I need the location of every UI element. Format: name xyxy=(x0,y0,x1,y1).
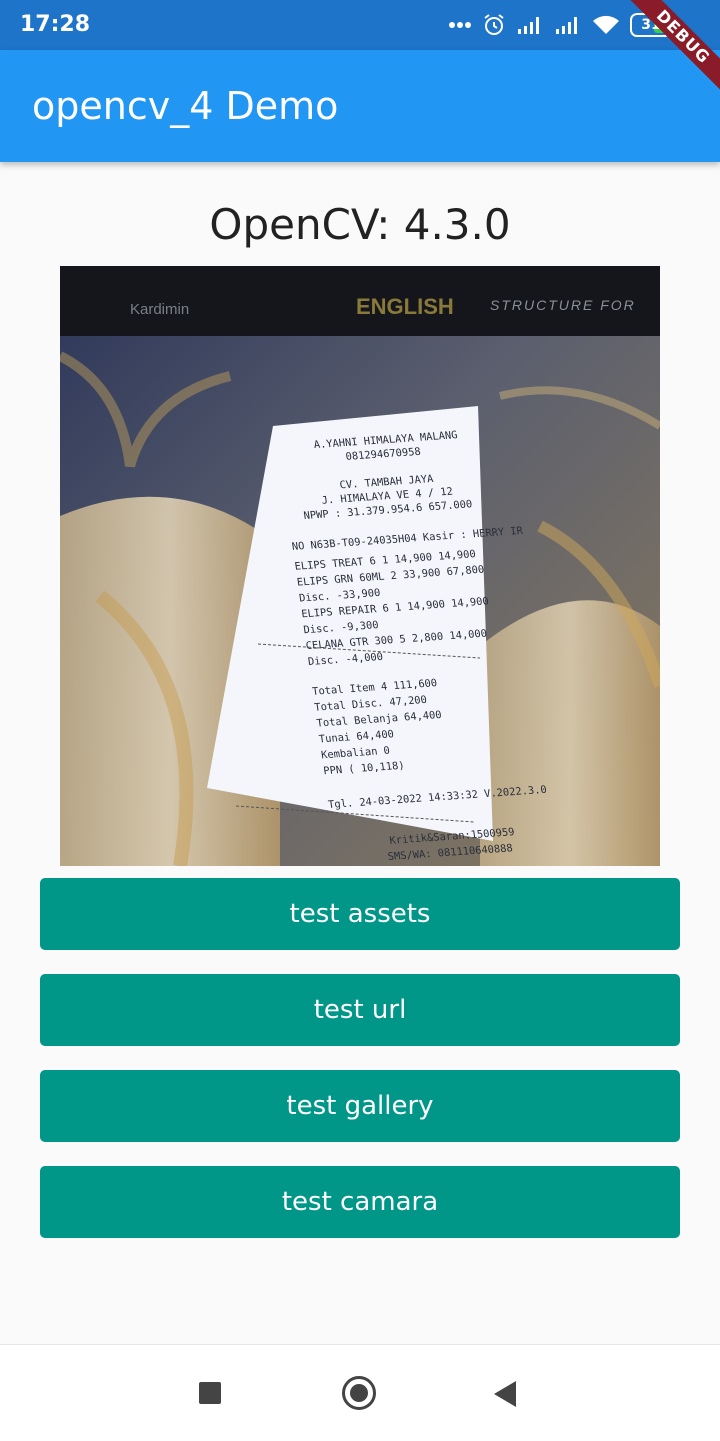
receipt-photo: Kardimin ENGLISH STRUCTURE FOR A.YAHNI H… xyxy=(60,266,660,866)
test-url-button[interactable]: test url xyxy=(40,974,680,1046)
status-time: 17:28 xyxy=(20,12,91,37)
wifi-icon xyxy=(593,15,619,34)
home-circle-icon[interactable] xyxy=(342,1376,376,1410)
signal-icon xyxy=(518,17,539,34)
recents-square-icon[interactable] xyxy=(199,1382,221,1404)
status-icons: 31 xyxy=(448,10,672,40)
receipt-image: Kardimin ENGLISH STRUCTURE FOR A.YAHNI H… xyxy=(60,266,660,866)
back-triangle-icon[interactable] xyxy=(494,1381,516,1407)
more-dots-icon xyxy=(449,22,471,28)
test-assets-button[interactable]: test assets xyxy=(40,878,680,950)
navigation-bar xyxy=(0,1344,720,1441)
book-text-left: Kardimin xyxy=(130,301,189,318)
alarm-icon xyxy=(484,14,504,35)
test-gallery-button[interactable]: test gallery xyxy=(40,1070,680,1142)
app-bar: opencv_4 Demo xyxy=(0,50,720,162)
opencv-version-text: OpenCV: 4.3.0 xyxy=(209,200,511,249)
status-bar: 17:28 31 xyxy=(0,0,720,50)
book-text-mid: ENGLISH xyxy=(356,294,454,319)
app-title: opencv_4 Demo xyxy=(32,84,339,128)
signal-icon xyxy=(556,17,577,34)
book-text-right: STRUCTURE FOR xyxy=(490,297,636,313)
test-camera-button[interactable]: test camara xyxy=(40,1166,680,1238)
